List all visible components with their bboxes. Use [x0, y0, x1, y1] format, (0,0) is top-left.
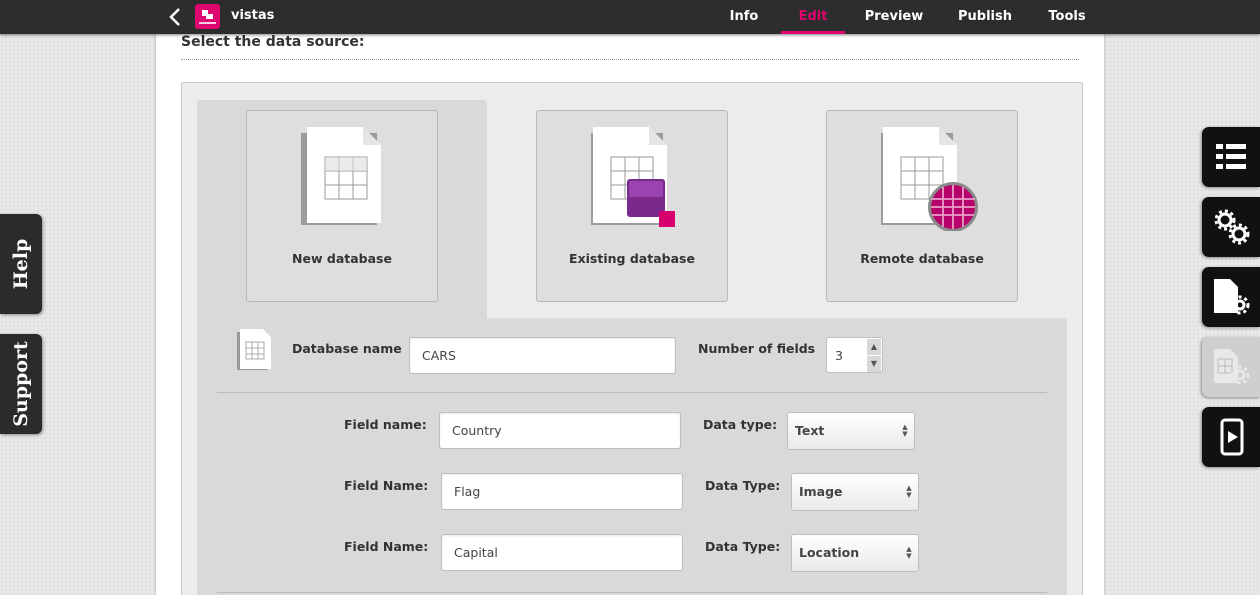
app-logo [195, 4, 220, 29]
database-file-icon [237, 329, 271, 370]
list-icon [1216, 144, 1246, 169]
existing-database-label: Existing database [569, 251, 695, 266]
table-settings-icon [1214, 349, 1250, 385]
increment-arrow-icon[interactable]: ▲ [867, 339, 881, 355]
field-2-type-select[interactable]: Image ▲ ▼ [791, 473, 919, 511]
select-arrows-icon: ▲ ▼ [902, 423, 908, 438]
field-3-type-value: Location [799, 545, 860, 560]
remote-database-icon [881, 127, 978, 231]
field-2-name-label: Field Name: [344, 478, 429, 493]
new-database-card[interactable]: New database [246, 110, 438, 302]
form-divider [217, 392, 1047, 393]
mobile-preview-button[interactable] [1202, 407, 1260, 467]
field-1-type-label: Data type: [703, 417, 778, 432]
settings-gears-icon [1214, 209, 1250, 245]
select-arrows-icon: ▲ ▼ [906, 545, 912, 560]
field-1-type-value: Text [795, 423, 825, 438]
field-3-name-label: Field Name: [344, 539, 429, 554]
top-navigation-bar: vistas Info Edit Preview Publish Tools [0, 0, 1260, 34]
existing-database-card[interactable]: Existing database [536, 110, 728, 302]
number-of-fields-label: Number of fields [698, 341, 816, 356]
help-tab-label: Help [10, 238, 32, 290]
database-name-input[interactable]: CARS [409, 337, 676, 374]
page-settings-icon [1214, 279, 1250, 315]
new-database-icon [301, 127, 381, 225]
tab-publish[interactable]: Publish [950, 0, 1020, 34]
field-1-name-label: Field name: [344, 417, 427, 432]
list-view-button[interactable] [1202, 127, 1260, 187]
mobile-preview-icon [1220, 418, 1244, 456]
help-tab[interactable]: Help [0, 214, 42, 314]
number-of-fields-value: 3 [835, 348, 843, 363]
remote-database-label: Remote database [860, 251, 984, 266]
tab-tools[interactable]: Tools [1042, 0, 1092, 34]
number-of-fields-stepper[interactable]: 3 ▲ ▼ [826, 337, 883, 373]
field-2-type-label: Data Type: [705, 478, 781, 493]
new-database-label: New database [292, 251, 392, 266]
settings-button[interactable] [1202, 197, 1260, 257]
field-1-name-input[interactable]: Country [439, 412, 681, 449]
tab-edit[interactable]: Edit [781, 0, 845, 34]
support-tab-label: Support [10, 341, 32, 427]
form-divider [217, 592, 1047, 593]
page-settings-button[interactable] [1202, 267, 1260, 327]
remote-database-card[interactable]: Remote database [826, 110, 1018, 302]
tab-info[interactable]: Info [720, 0, 768, 34]
existing-database-icon [591, 127, 675, 227]
select-arrows-icon: ▲ ▼ [906, 484, 912, 499]
field-2-name-input[interactable]: Flag [441, 473, 683, 510]
back-chevron-icon[interactable] [166, 6, 186, 28]
field-3-name-input[interactable]: Capital [441, 534, 683, 571]
divider [181, 59, 1079, 60]
app-title: vistas [231, 8, 275, 23]
section-title: Select the data source: [181, 34, 365, 50]
field-3-type-select[interactable]: Location ▲ ▼ [791, 534, 919, 572]
field-2-type-value: Image [799, 484, 843, 499]
support-tab[interactable]: Support [0, 334, 42, 434]
field-3-type-label: Data Type: [705, 539, 781, 554]
table-settings-button[interactable] [1202, 337, 1260, 397]
field-1-type-select[interactable]: Text ▲ ▼ [787, 412, 915, 450]
tab-preview[interactable]: Preview [860, 0, 928, 34]
decrement-arrow-icon[interactable]: ▼ [867, 356, 881, 372]
database-name-label: Database name [292, 341, 402, 356]
